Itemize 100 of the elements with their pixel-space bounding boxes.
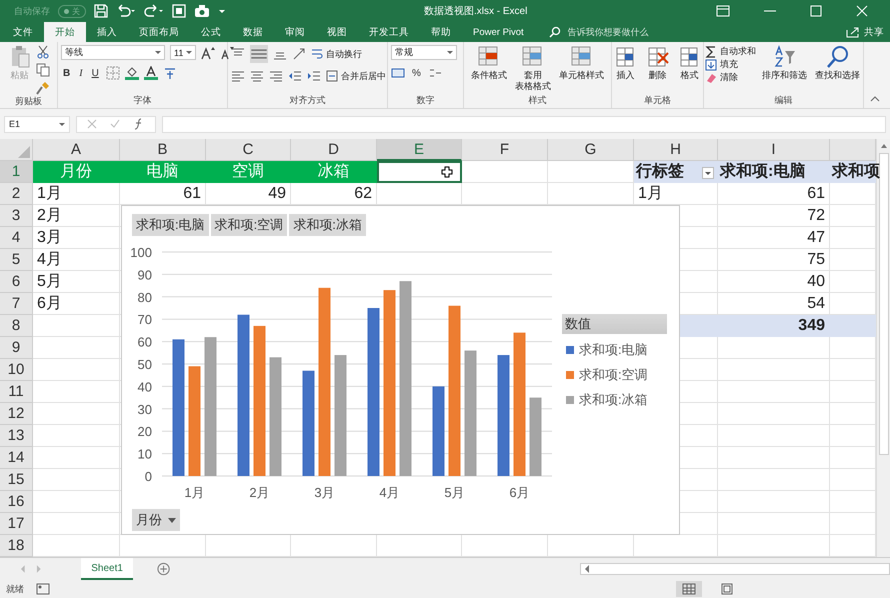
axis-label: 4月 (379, 485, 400, 500)
table-cell[interactable]: 75 (718, 249, 830, 271)
font-size-field[interactable]: 11 (170, 45, 196, 60)
style-button[interactable]: 单元格样式 (557, 45, 606, 81)
column-header[interactable]: G (548, 139, 634, 161)
table-cell[interactable]: 4月 (33, 249, 120, 271)
row-header[interactable]: 4 (0, 227, 33, 249)
row-header[interactable]: 2 (0, 183, 33, 205)
row-header[interactable]: 5 (0, 249, 33, 271)
autosave-label: 自动保存 (14, 4, 50, 18)
row-header[interactable]: 7 (0, 293, 33, 315)
axis-label: 70 (138, 312, 152, 328)
ribbon-tab[interactable]: 视图 (316, 22, 358, 42)
ribbon-tab[interactable]: 开始 (44, 22, 86, 42)
column-header[interactable]: E (377, 139, 462, 161)
group-label: 剪贴板 (15, 96, 42, 106)
row-header[interactable]: 9 (0, 337, 33, 359)
column-header[interactable]: B (120, 139, 206, 161)
ribbon-tab[interactable]: 页面布局 (128, 22, 190, 42)
ribbon-tab[interactable]: 文件 (2, 22, 44, 42)
table-cell[interactable]: 47 (718, 227, 830, 249)
clear-button[interactable]: 清除 (705, 71, 756, 84)
cells-button[interactable]: 插入 (612, 45, 640, 81)
column-header[interactable]: C (206, 139, 291, 161)
group-label: 样式 (528, 95, 546, 105)
ribbon-tab[interactable]: 帮助 (420, 22, 462, 42)
table-cell[interactable]: 5月 (33, 271, 120, 293)
row-header[interactable]: 13 (0, 425, 33, 447)
row-header[interactable]: 16 (0, 491, 33, 513)
axis-label: 3月 (314, 485, 335, 500)
row-header[interactable]: 6 (0, 271, 33, 293)
merge-center-button[interactable]: 合并后居中 (326, 70, 386, 82)
axis-label: 60 (138, 334, 152, 350)
cells-button[interactable]: 删除 (644, 45, 672, 81)
table-cell[interactable]: 1月 (33, 183, 120, 205)
pivot-chart[interactable]: 求和项:电脑 求和项:空调 求和项:冰箱 0 10 20 30 40 50 60 70 80 90 100 1月 2月 3月 4月 5月 6月 数值 求和项:电脑 求和项:空调 求和项:冰箱 月份 (121, 205, 680, 535)
legend-label: 求和项:冰箱 (579, 391, 648, 409)
axis-label: 30 (138, 402, 152, 417)
underline-button[interactable]: U (90, 68, 101, 78)
table-cell[interactable]: 72 (718, 205, 830, 227)
number-format-field[interactable]: 常规 (391, 45, 457, 60)
axis-label: 1月 (184, 485, 205, 500)
row-header[interactable]: 11 (0, 381, 33, 403)
row-header[interactable]: 18 (0, 535, 33, 557)
column-header[interactable]: F (462, 139, 548, 161)
axis-label: 0 (144, 469, 152, 484)
window-title: 数据透视图.xlsx - Excel (424, 4, 528, 18)
table-cell[interactable]: 2月 (33, 205, 120, 227)
field-button[interactable]: 求和项:冰箱 (289, 214, 366, 236)
style-button[interactable]: 条件格式 (469, 45, 509, 81)
row-header[interactable]: 8 (0, 315, 33, 337)
field-button[interactable]: 求和项:电脑 (132, 214, 209, 236)
table-cell[interactable]: 61 (718, 183, 830, 205)
share-button[interactable]: 共享 (846, 22, 890, 42)
row-header[interactable]: 12 (0, 403, 33, 425)
italic-button[interactable]: I (77, 68, 85, 78)
name-box[interactable]: E1 (4, 116, 70, 132)
axis-label: 20 (138, 424, 152, 440)
axis-label: 6月 (509, 485, 530, 500)
ribbon-tab[interactable]: 插入 (86, 22, 128, 42)
axis-field-button[interactable]: 月份 (132, 509, 180, 531)
autosum-button[interactable]: 自动求和 (705, 45, 756, 58)
font-name-field[interactable]: 等线 (61, 45, 165, 60)
table-cell[interactable]: 40 (718, 271, 830, 293)
ribbon-tab[interactable]: 审阅 (274, 22, 316, 42)
axis-label: 80 (138, 290, 152, 305)
column-header[interactable]: A (33, 139, 120, 161)
table-cell[interactable]: 6月 (33, 293, 120, 315)
group-label: 单元格 (644, 95, 671, 105)
column-header[interactable]: D (291, 139, 377, 161)
pivot-header-cell[interactable]: 求和项:电脑 (718, 161, 830, 183)
row-header[interactable]: 10 (0, 359, 33, 381)
column-header[interactable]: I (718, 139, 830, 161)
sheet-tab[interactable]: Sheet1 (81, 558, 133, 580)
sort-filter-button[interactable]: 排序和筛选 (760, 45, 809, 81)
ribbon-tab[interactable]: Power Pivot (462, 22, 535, 42)
row-header[interactable]: 14 (0, 447, 33, 469)
percent-button[interactable]: % (410, 68, 423, 78)
table-cell[interactable]: 3月 (33, 227, 120, 249)
cells-button[interactable]: 格式 (676, 45, 704, 81)
row-header[interactable]: 15 (0, 469, 33, 491)
ribbon-tab[interactable]: 开发工具 (358, 22, 420, 42)
legend-title: 数值 (562, 314, 667, 334)
ribbon-tab[interactable]: 数据 (232, 22, 274, 42)
row-header[interactable]: 1 (0, 161, 33, 183)
fill-button[interactable]: 填充 (705, 58, 756, 71)
total-cell[interactable]: 349 (718, 315, 830, 337)
column-header[interactable]: H (634, 139, 718, 161)
style-button[interactable]: 套用 表格格式 (513, 45, 553, 92)
bold-button[interactable]: B (61, 68, 72, 78)
row-header[interactable]: 17 (0, 513, 33, 535)
pivot-header-cell[interactable]: 行标签 (634, 161, 718, 183)
ribbon-tab[interactable]: 公式 (190, 22, 232, 42)
wrap-text-button[interactable]: 自动换行 (311, 48, 362, 60)
group-label: 字体 (134, 95, 152, 105)
axis-label: 5月 (444, 485, 465, 500)
row-header[interactable]: 3 (0, 205, 33, 227)
field-button[interactable]: 求和项:空调 (210, 214, 288, 236)
tell-me-field[interactable]: 告诉我你想要做什么 (566, 26, 710, 38)
find-select-button[interactable]: 查找和选择 (813, 45, 862, 81)
